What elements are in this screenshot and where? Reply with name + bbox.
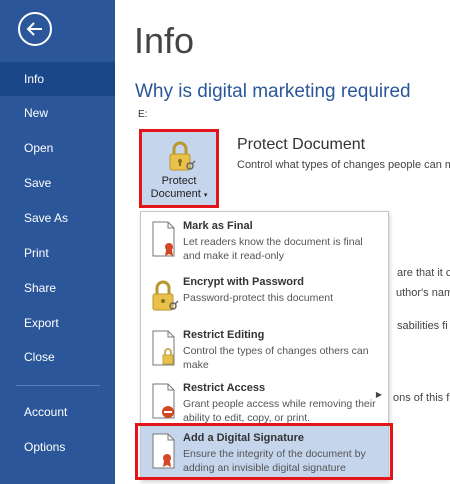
nav-print[interactable]: Print — [0, 236, 115, 270]
nav-save[interactable]: Save — [0, 166, 115, 200]
nav-share[interactable]: Share — [0, 271, 115, 305]
menu-item-restrict-editing[interactable]: Restrict Editing Control the types of ch… — [141, 323, 388, 377]
annotation-highlight-box — [135, 423, 393, 480]
lock-key-icon — [152, 280, 178, 311]
arrow-left-icon — [26, 22, 42, 36]
background-text-2: uthor's nam — [396, 287, 450, 299]
mark-as-final-icon — [152, 221, 175, 257]
menu-item-description: Let readers know the document is final a… — [183, 236, 363, 262]
menu-item-mark-as-final[interactable]: Mark as Final Let readers know the docum… — [141, 214, 388, 268]
nav-options[interactable]: Options — [0, 430, 115, 464]
nav-export[interactable]: Export — [0, 306, 115, 340]
menu-item-description: Control the types of changes others can … — [183, 345, 369, 371]
menu-item-restrict-access[interactable]: Restrict Access Grant people access whil… — [141, 376, 388, 430]
document-path: E: — [138, 109, 148, 120]
background-text-3: sabilities fi — [397, 320, 448, 332]
menu-item-title: Encrypt with Password — [183, 276, 305, 288]
nav-account[interactable]: Account — [0, 395, 115, 429]
protect-document-button[interactable]: Protect Document ▾ — [139, 129, 219, 208]
menu-item-description: Password-protect this document — [183, 292, 333, 304]
nav-info[interactable]: Info — [0, 62, 115, 96]
protect-document-description: Control what types of changes people can… — [237, 159, 450, 171]
menu-item-title: Restrict Access — [183, 382, 266, 394]
chevron-down-icon: ▾ — [203, 192, 208, 199]
submenu-arrow-icon: ▶ — [375, 390, 382, 399]
document-title: Why is digital marketing required — [135, 81, 411, 102]
nav-new[interactable]: New — [0, 96, 115, 130]
background-text-4: ons of this fi — [393, 392, 450, 404]
restrict-access-icon — [152, 383, 175, 419]
menu-item-description: Grant people access while removing their… — [183, 398, 376, 424]
nav-open[interactable]: Open — [0, 131, 115, 165]
nav-divider — [16, 385, 100, 386]
protect-document-heading: Protect Document — [237, 136, 366, 153]
protect-button-label-2: Document ▾ — [150, 188, 208, 200]
backstage-sidebar: Info New Open Save Save As Print Share E… — [0, 0, 115, 484]
restrict-editing-icon — [152, 330, 175, 366]
protect-button-label-1: Protect — [161, 175, 197, 187]
menu-item-title: Mark as Final — [183, 220, 253, 232]
background-text-1: are that it c — [397, 267, 450, 279]
lock-key-icon — [169, 141, 196, 171]
page-title: Info — [134, 20, 195, 61]
nav-close[interactable]: Close — [0, 340, 115, 374]
menu-item-title: Restrict Editing — [183, 329, 265, 341]
menu-item-encrypt-with-password[interactable]: Encrypt with Password Password-protect t… — [141, 270, 388, 324]
back-button[interactable] — [18, 12, 52, 46]
nav-save-as[interactable]: Save As — [0, 201, 115, 235]
